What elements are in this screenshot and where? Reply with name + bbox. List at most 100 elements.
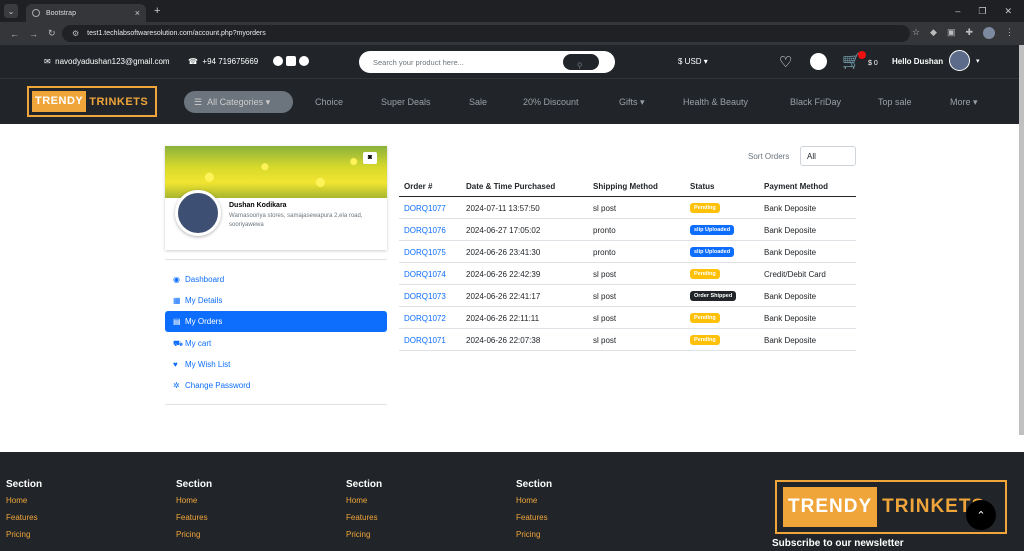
profile-address: Warnasooriya stores, samajasewapura 2,el…: [229, 213, 363, 228]
footer-link[interactable]: Home: [6, 496, 42, 513]
status-badge: Order Shipped: [690, 291, 737, 301]
whatsapp-icon[interactable]: [299, 56, 309, 66]
status-badge: Pending: [690, 203, 720, 213]
reload-icon[interactable]: ↻: [48, 28, 56, 39]
sort-orders-select[interactable]: All: [800, 146, 856, 166]
search-button[interactable]: ⚲: [563, 54, 599, 70]
sidebar-item-my-details[interactable]: ▦ My Details: [165, 290, 387, 311]
footer-link[interactable]: Pricing: [176, 530, 212, 547]
bookmark-star-icon[interactable]: ☆: [912, 27, 920, 39]
tab-search-icon[interactable]: ⌄: [4, 4, 18, 18]
all-categories-label: All Categories: [207, 97, 264, 107]
footer-logo-part-a: TRENDY: [783, 487, 878, 527]
site-info-icon[interactable]: ⚙: [72, 29, 79, 38]
tab-title: Bootstrap: [46, 9, 76, 17]
footer-link[interactable]: Features: [516, 513, 552, 530]
close-window-icon[interactable]: ✕: [1004, 6, 1012, 17]
browser-tabbar: ⌄ Bootstrap × + – ❐ ✕: [0, 0, 1024, 22]
back-icon[interactable]: ←: [10, 29, 19, 39]
nav-more[interactable]: More ▾: [950, 97, 978, 108]
scroll-to-top-button[interactable]: ⌃: [966, 500, 996, 530]
footer-column: Section Home Features Pricing: [6, 479, 42, 547]
account-icon[interactable]: [810, 53, 827, 70]
address-bar[interactable]: ⚙ test1.techlabsoftwaresolution.com/acco…: [62, 25, 910, 42]
nav-choice[interactable]: Choice: [315, 97, 343, 107]
column-header: Shipping Method: [593, 182, 658, 191]
footer-heading: Section: [516, 479, 553, 490]
sidebar-item-wish-list[interactable]: ♥ My Wish List: [165, 354, 387, 375]
puzzle-icon[interactable]: ✚: [965, 27, 973, 39]
order-date: 2024-06-26 22:11:11: [466, 314, 540, 323]
facebook-icon[interactable]: [273, 56, 283, 66]
wishlist-heart-icon[interactable]: ♡: [779, 53, 792, 71]
nav-super-deals[interactable]: Super Deals: [381, 97, 431, 107]
browser-toolbar: ← → ↻ ⚙ test1.techlabsoftwaresolution.co…: [0, 22, 1024, 45]
column-header: Date & Time Purchased: [466, 182, 556, 191]
camera-extension-icon[interactable]: ▣: [947, 27, 956, 39]
minimize-icon[interactable]: –: [955, 6, 960, 17]
currency-dropdown[interactable]: $ USD ▾: [678, 57, 708, 66]
order-date: 2024-06-26 22:07:38: [466, 336, 541, 345]
order-link[interactable]: DORQ1071: [404, 336, 446, 345]
order-link[interactable]: DORQ1073: [404, 292, 446, 301]
order-date: 2024-07-11 13:57:50: [466, 204, 540, 213]
currency-text: $ USD: [678, 57, 702, 66]
profile-avatar-icon[interactable]: [983, 27, 995, 39]
camera-icon[interactable]: ◙: [363, 152, 377, 164]
close-tab-icon[interactable]: ×: [135, 8, 140, 18]
cart-icon[interactable]: 🛒: [842, 51, 866, 70]
order-link[interactable]: DORQ1075: [404, 248, 446, 257]
site-logo[interactable]: TRENDY TRINKETS: [27, 86, 157, 117]
sidebar-label: My Wish List: [185, 360, 231, 369]
new-tab-icon[interactable]: +: [154, 5, 160, 17]
order-link[interactable]: DORQ1074: [404, 270, 446, 279]
forward-icon[interactable]: →: [29, 29, 38, 39]
order-date: 2024-06-26 22:42:39: [466, 270, 541, 279]
user-greeting[interactable]: Hello Dushan: [892, 57, 943, 66]
page-scrollbar[interactable]: [1019, 45, 1024, 435]
footer-link[interactable]: Home: [176, 496, 212, 513]
nav-health-beauty[interactable]: Health & Beauty: [683, 97, 748, 107]
order-date: 2024-06-26 22:41:17: [466, 292, 541, 301]
footer-link[interactable]: Features: [346, 513, 382, 530]
list-icon: ▤: [173, 317, 181, 326]
user-menu-caret-icon[interactable]: ▾: [976, 57, 980, 65]
nav-top-sale[interactable]: Top sale: [878, 97, 912, 107]
footer-link[interactable]: Features: [6, 513, 42, 530]
instagram-icon[interactable]: [286, 56, 296, 66]
table-header-row: Order # Date & Time Purchased Shipping M…: [399, 175, 856, 197]
nav-more-label: More: [950, 97, 971, 107]
footer-link[interactable]: Pricing: [346, 530, 382, 547]
search-input[interactable]: Search your product here... ⚲: [359, 51, 615, 73]
contact-email[interactable]: ✉ navodyadushan123@gmail.com: [44, 57, 170, 66]
sidebar-label: My cart: [185, 339, 212, 348]
sidebar-item-dashboard[interactable]: ◉ Dashboard: [165, 269, 387, 290]
all-categories-button[interactable]: ☰ All Categories ▾: [184, 91, 293, 113]
extension-icon[interactable]: ◆: [930, 27, 937, 39]
order-link[interactable]: DORQ1076: [404, 226, 446, 235]
order-payment: Bank Deposite: [764, 292, 817, 301]
footer-link[interactable]: Features: [176, 513, 212, 530]
footer-link[interactable]: Home: [516, 496, 552, 513]
browser-tab[interactable]: Bootstrap ×: [26, 4, 146, 22]
order-link[interactable]: DORQ1077: [404, 204, 446, 213]
footer-heading: Section: [346, 479, 383, 490]
nav-black-friday[interactable]: Black FriDay: [790, 97, 841, 107]
order-link[interactable]: DORQ1072: [404, 314, 446, 323]
gear-icon: ✲: [173, 381, 180, 390]
sidebar-item-change-password[interactable]: ✲ Change Password: [165, 375, 387, 396]
sidebar-item-my-cart[interactable]: ⛟ My cart: [165, 333, 387, 354]
nav-sale[interactable]: Sale: [469, 97, 487, 107]
footer-link[interactable]: Pricing: [6, 530, 42, 547]
user-avatar[interactable]: [949, 50, 970, 71]
order-payment: Credit/Debit Card: [764, 270, 826, 279]
contact-phone[interactable]: ☎ +94 719675669: [188, 57, 258, 66]
sidebar-item-my-orders[interactable]: ▤ My Orders: [165, 311, 387, 332]
footer-link[interactable]: Pricing: [516, 530, 552, 547]
menu-dots-icon[interactable]: ⋮: [1005, 27, 1014, 39]
cart-icon: ⛟: [173, 338, 184, 348]
restore-icon[interactable]: ❐: [978, 6, 986, 17]
footer-link[interactable]: Home: [346, 496, 382, 513]
nav-discount[interactable]: 20% Discount: [523, 97, 579, 107]
nav-gifts[interactable]: Gifts ▾: [619, 97, 645, 108]
